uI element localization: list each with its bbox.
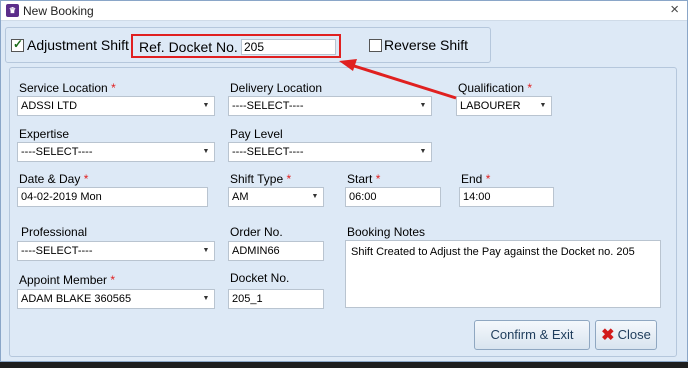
booking-notes-label: Booking Notes xyxy=(347,225,426,239)
confirm-exit-button[interactable]: Confirm & Exit xyxy=(474,320,590,350)
service-location-label: Service Location * xyxy=(19,81,116,95)
close-button-label: Close xyxy=(617,327,651,342)
expertise-select[interactable]: ----SELECT---- ▼ xyxy=(17,142,215,162)
start-label: Start * xyxy=(347,172,381,186)
close-x-icon: ✖ xyxy=(601,326,615,344)
ref-docket-highlight-box: Ref. Docket No. 205 xyxy=(131,34,341,58)
dropdown-arrow-icon: ▼ xyxy=(419,102,427,109)
docket-no-label: Docket No. xyxy=(230,271,290,285)
shift-type-label: Shift Type * xyxy=(230,172,292,186)
reverse-shift-label: Reverse Shift xyxy=(384,37,469,53)
order-no-input[interactable]: ADMIN66 xyxy=(228,241,324,261)
pay-level-select[interactable]: ----SELECT---- ▼ xyxy=(228,142,432,162)
qualification-label: Qualification * xyxy=(458,81,533,95)
title-bar: ♛ New Booking × xyxy=(1,1,687,21)
professional-label: Professional xyxy=(21,225,88,239)
service-location-select[interactable]: ADSSI LTD ▼ xyxy=(17,96,215,116)
booking-notes-textarea[interactable]: Shift Created to Adjust the Pay against … xyxy=(345,240,661,308)
end-time-input[interactable]: 14:00 xyxy=(459,187,554,207)
date-day-label: Date & Day * xyxy=(19,172,89,186)
expertise-label: Expertise xyxy=(19,127,70,141)
adjustment-shift-checkbox[interactable] xyxy=(11,37,24,52)
new-booking-window: ♛ New Booking × Adjustment Shift Ref. Do… xyxy=(0,0,688,362)
taskbar-strip xyxy=(0,362,688,368)
dropdown-arrow-icon: ▼ xyxy=(202,295,210,302)
adjustment-shift-label: Adjustment Shift xyxy=(27,37,129,53)
dropdown-arrow-icon: ▼ xyxy=(202,148,210,155)
date-day-input[interactable]: 04-02-2019 Mon xyxy=(17,187,208,207)
reverse-shift-checkbox[interactable] xyxy=(369,39,382,52)
dropdown-arrow-icon: ▼ xyxy=(202,247,210,254)
professional-select[interactable]: ----SELECT---- ▼ xyxy=(17,241,215,261)
order-no-label: Order No. xyxy=(230,225,283,239)
ref-docket-input[interactable]: 205 xyxy=(241,39,336,55)
shift-type-select[interactable]: AM ▼ xyxy=(228,187,324,207)
adjustment-panel: Adjustment Shift Ref. Docket No. 205 Rev… xyxy=(5,27,491,63)
close-button[interactable]: ✖ Close xyxy=(595,320,657,350)
end-label: End * xyxy=(461,172,491,186)
app-icon: ♛ xyxy=(6,4,19,17)
delivery-location-select[interactable]: ----SELECT---- ▼ xyxy=(228,96,432,116)
dropdown-arrow-icon: ▼ xyxy=(311,193,319,200)
start-time-input[interactable]: 06:00 xyxy=(345,187,441,207)
dropdown-arrow-icon: ▼ xyxy=(539,102,547,109)
pay-level-label: Pay Level xyxy=(230,127,283,141)
delivery-location-label: Delivery Location xyxy=(230,81,323,95)
dropdown-arrow-icon: ▼ xyxy=(419,148,427,155)
ref-docket-label: Ref. Docket No. xyxy=(139,39,238,55)
window-title: New Booking xyxy=(23,4,94,18)
appoint-member-select[interactable]: ADAM BLAKE 360565 ▼ xyxy=(17,289,215,309)
appoint-member-label: Appoint Member * xyxy=(19,273,116,287)
dropdown-arrow-icon: ▼ xyxy=(202,102,210,109)
docket-no-input[interactable]: 205_1 xyxy=(228,289,324,309)
qualification-select[interactable]: LABOURER ▼ xyxy=(456,96,552,116)
window-close-button[interactable]: × xyxy=(670,1,679,19)
